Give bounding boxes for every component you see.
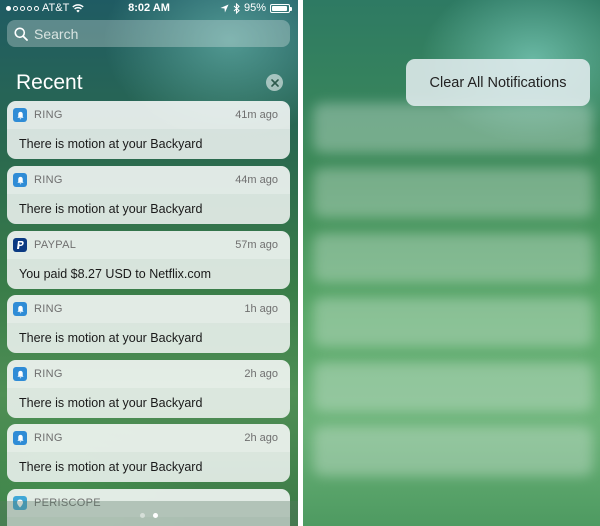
- notification-time: 44m ago: [235, 174, 278, 186]
- blurred-notification: [313, 426, 593, 476]
- app-name: RING: [34, 432, 63, 444]
- blurred-notification: [313, 233, 593, 283]
- notification-card[interactable]: RING 44m ago There is motion at your Bac…: [7, 166, 290, 224]
- bell-icon: [13, 108, 27, 122]
- notification-message: There is motion at your Backyard: [19, 137, 203, 151]
- notification-header: RING 41m ago: [7, 101, 290, 129]
- notification-card[interactable]: PAYPAL 57m ago You paid $8.27 USD to Net…: [7, 231, 290, 289]
- search-bar[interactable]: [7, 20, 290, 47]
- battery-percent: 95%: [243, 2, 266, 14]
- search-icon: [14, 27, 28, 41]
- notification-card[interactable]: RING 41m ago There is motion at your Bac…: [7, 101, 290, 159]
- blurred-notification: [313, 103, 593, 153]
- clear-recent-button[interactable]: [266, 74, 283, 91]
- bell-icon: [13, 302, 27, 316]
- notification-time: 57m ago: [235, 239, 278, 251]
- search-input[interactable]: [34, 25, 264, 42]
- notification-message: There is motion at your Backyard: [19, 396, 203, 410]
- notification-center-panel: AT&T 8:02 AM 95% Recent: [0, 0, 298, 526]
- notification-time: 2h ago: [244, 432, 278, 444]
- blurred-notification: [313, 362, 593, 412]
- section-title-recent: Recent: [16, 71, 83, 94]
- clear-all-notifications-button[interactable]: Clear All Notifications: [406, 59, 590, 106]
- app-name: RING: [34, 109, 63, 121]
- battery-fill: [272, 5, 287, 11]
- notification-header: RING 1h ago: [7, 295, 290, 323]
- app-name: RING: [34, 368, 63, 380]
- app-name: RING: [34, 174, 63, 186]
- clear-all-panel: Clear All Notifications: [303, 0, 600, 526]
- notification-message: There is motion at your Backyard: [19, 331, 203, 345]
- notification-card[interactable]: RING 2h ago There is motion at your Back…: [7, 424, 290, 482]
- bell-icon: [13, 173, 27, 187]
- notification-message: There is motion at your Backyard: [19, 460, 203, 474]
- notification-header: RING 2h ago: [7, 360, 290, 388]
- paypal-icon: [13, 238, 27, 252]
- notification-time: 41m ago: [235, 109, 278, 121]
- page-dot-active[interactable]: [153, 513, 158, 518]
- status-bar: AT&T 8:02 AM 95%: [0, 0, 298, 16]
- notification-message: There is motion at your Backyard: [19, 202, 203, 216]
- notification-header: RING 2h ago: [7, 424, 290, 452]
- location-arrow-icon: [220, 3, 229, 13]
- page-indicator-bar: [0, 501, 298, 526]
- page-dot[interactable]: [140, 513, 145, 518]
- bell-icon: [13, 431, 27, 445]
- status-right: 95%: [220, 2, 292, 14]
- notification-message: You paid $8.27 USD to Netflix.com: [19, 267, 212, 281]
- bell-icon: [13, 367, 27, 381]
- notification-header: RING 44m ago: [7, 166, 290, 194]
- bluetooth-icon: [233, 2, 240, 14]
- page-indicator[interactable]: [0, 513, 298, 518]
- notification-time: 2h ago: [244, 368, 278, 380]
- notification-card[interactable]: RING 2h ago There is motion at your Back…: [7, 360, 290, 418]
- notification-time: 1h ago: [244, 303, 278, 315]
- notification-card[interactable]: RING 1h ago There is motion at your Back…: [7, 295, 290, 353]
- battery-icon: [270, 3, 292, 13]
- app-name: RING: [34, 303, 63, 315]
- app-name: PAYPAL: [34, 239, 77, 251]
- notification-header: PAYPAL 57m ago: [7, 231, 290, 259]
- close-icon: [270, 78, 279, 87]
- blurred-notification: [313, 168, 593, 218]
- blurred-notification: [313, 297, 593, 347]
